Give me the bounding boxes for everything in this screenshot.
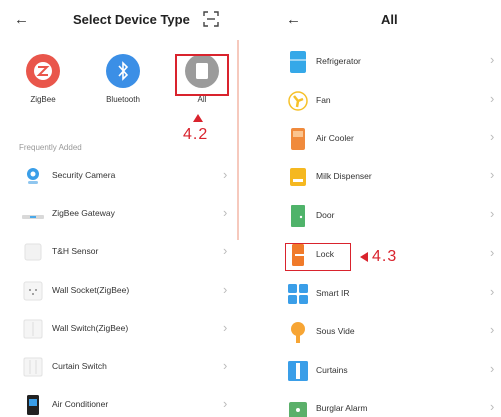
annotation-arrow-icon [193, 114, 203, 122]
th-sensor-icon [24, 243, 42, 261]
list-item-fan[interactable]: Fan › [238, 82, 501, 120]
annotation-arrow-icon [360, 252, 368, 262]
chevron-right-icon: › [223, 282, 228, 297]
scan-icon[interactable] [203, 11, 219, 27]
curtains-icon [288, 361, 308, 381]
gateway-icon [22, 215, 44, 219]
list-item-zigbee-gateway[interactable]: ZigBee Gateway › [0, 196, 238, 234]
smart-ir-icon [288, 284, 308, 304]
chevron-right-icon: › [223, 358, 228, 373]
sous-vide-icon [291, 322, 305, 343]
wall-socket-icon [23, 281, 43, 301]
chevron-right-icon: › [490, 52, 495, 67]
list-item-label: Smart IR [316, 288, 350, 298]
list-item-label: Curtains [316, 365, 348, 375]
chevron-right-icon: › [223, 205, 228, 220]
type-label: Bluetooth [106, 95, 140, 104]
right-header: ← All [238, 0, 501, 40]
chevron-right-icon: › [490, 284, 495, 299]
back-arrow-icon[interactable]: ← [286, 10, 301, 30]
chevron-right-icon: › [490, 129, 495, 144]
list-item-air-conditioner[interactable]: Air Conditioner › [0, 387, 238, 417]
list-item-lock[interactable]: Lock › [238, 236, 501, 274]
list-item-label: Wall Socket(ZigBee) [52, 285, 130, 295]
back-arrow-icon[interactable]: ← [14, 10, 29, 30]
list-item-label: Air Conditioner [52, 399, 109, 409]
list-item-label: Door [316, 210, 335, 220]
select-device-type-screen: ← Select Device Type ZigBee Bluetooth Al… [0, 0, 238, 417]
curtain-switch-icon [23, 357, 43, 377]
page-title: Select Device Type [73, 12, 190, 27]
chevron-right-icon: › [490, 245, 495, 260]
burglar-alarm-icon [289, 402, 307, 417]
bluetooth-icon [106, 54, 140, 88]
list-item-wall-socket[interactable]: Wall Socket(ZigBee) › [0, 273, 238, 311]
list-item-burglar-alarm[interactable]: Burglar Alarm › [238, 390, 501, 417]
wall-switch-icon [23, 319, 43, 339]
list-item-door[interactable]: Door › [238, 197, 501, 235]
list-item-refrigerator[interactable]: Refrigerator › [238, 43, 501, 81]
chevron-right-icon: › [490, 361, 495, 376]
chevron-right-icon: › [490, 167, 495, 182]
list-item-label: Security Camera [52, 170, 116, 180]
lock-highlight-box [285, 243, 351, 271]
list-item-label: Curtain Switch [52, 361, 107, 371]
list-item-label: ZigBee Gateway [52, 208, 115, 218]
zigbee-icon [26, 54, 60, 88]
all-devices-screen: ← All Refrigerator › Fan › Air Cooler › … [238, 0, 501, 417]
list-item-air-cooler[interactable]: Air Cooler › [238, 120, 501, 158]
type-label: All [197, 95, 207, 104]
list-item-sous-vide[interactable]: Sous Vide › [238, 313, 501, 351]
chevron-right-icon: › [223, 396, 228, 411]
milk-dispenser-icon [290, 168, 306, 186]
chevron-right-icon: › [490, 206, 495, 221]
air-conditioner-icon [27, 395, 39, 415]
chevron-right-icon: › [490, 399, 495, 414]
type-label: ZigBee [30, 95, 56, 104]
chevron-right-icon: › [490, 91, 495, 106]
list-item-smart-ir[interactable]: Smart IR › [238, 275, 501, 313]
list-item-wall-switch[interactable]: Wall Switch(ZigBee) › [0, 311, 238, 349]
list-item-security-camera[interactable]: Security Camera › [0, 158, 238, 196]
left-header: ← Select Device Type [0, 0, 238, 40]
type-bluetooth[interactable]: Bluetooth [93, 54, 153, 104]
list-item-curtains[interactable]: Curtains › [238, 352, 501, 390]
list-item-milk-dispenser[interactable]: Milk Dispenser › [238, 158, 501, 196]
annotation-4-3: 4.3 [372, 248, 398, 265]
list-item-label: Wall Switch(ZigBee) [52, 323, 129, 333]
list-item-label: T&H Sensor [52, 246, 99, 256]
air-cooler-icon [291, 128, 305, 150]
security-camera-icon [27, 168, 39, 184]
chevron-right-icon: › [490, 322, 495, 337]
page-title: All [381, 12, 398, 27]
chevron-right-icon: › [223, 243, 228, 258]
section-frequently-added: Frequently Added [19, 143, 82, 152]
list-item-label: Burglar Alarm [316, 403, 368, 413]
list-item-label: Air Cooler [316, 133, 354, 143]
fan-icon [288, 91, 308, 111]
list-item-th-sensor[interactable]: T&H Sensor › [0, 234, 238, 272]
all-highlight-box [175, 54, 229, 96]
list-item-label: Milk Dispenser [316, 171, 372, 181]
door-icon [291, 205, 305, 227]
list-item-label: Refrigerator [316, 56, 361, 66]
refrigerator-icon [290, 51, 306, 73]
type-zigbee[interactable]: ZigBee [13, 54, 73, 104]
list-item-curtain-switch[interactable]: Curtain Switch › [0, 349, 238, 387]
annotation-4-2: 4.2 [183, 126, 209, 143]
chevron-right-icon: › [223, 167, 228, 182]
chevron-right-icon: › [223, 320, 228, 335]
list-item-label: Fan [316, 95, 331, 105]
list-item-label: Sous Vide [316, 326, 355, 336]
